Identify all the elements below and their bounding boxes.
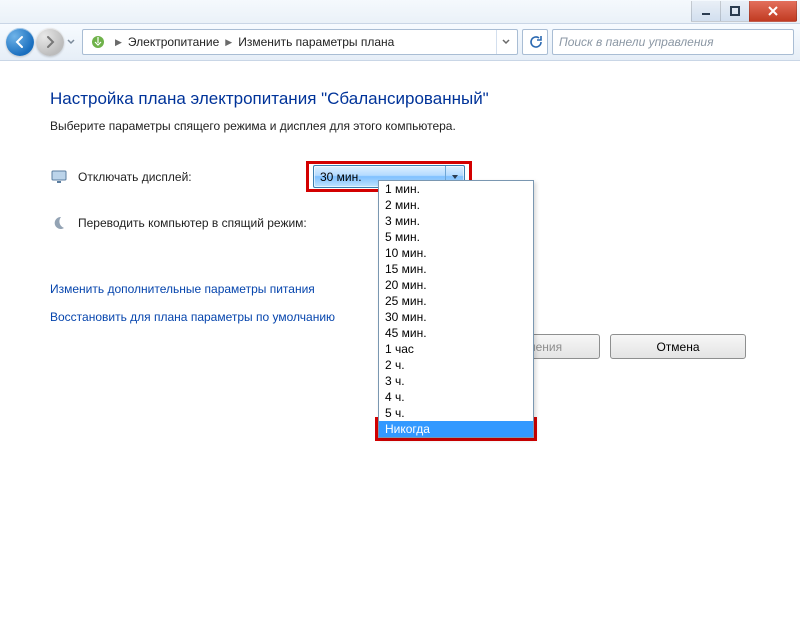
maximize-icon — [730, 6, 740, 16]
dropdown-option[interactable]: Никогда — [379, 421, 533, 437]
dropdown-option[interactable]: 5 мин. — [379, 229, 533, 245]
dropdown-option[interactable]: 4 ч. — [379, 389, 533, 405]
breadcrumb-chevron-icon: ▶ — [115, 37, 122, 48]
page-title: Настройка плана электропитания "Сбаланси… — [50, 89, 750, 109]
refresh-button[interactable] — [522, 29, 548, 55]
minimize-button[interactable] — [691, 1, 721, 22]
dropdown-option[interactable]: 25 мин. — [379, 293, 533, 309]
history-dropdown[interactable] — [64, 28, 78, 56]
close-icon — [767, 6, 779, 16]
link-restore[interactable]: Восстановить для плана параметры по умол… — [50, 310, 335, 324]
breadcrumb[interactable]: ▶ Электропитание ▶ Изменить параметры пл… — [82, 29, 518, 55]
dropdown-option[interactable]: 3 ч. — [379, 373, 533, 389]
arrow-left-icon — [13, 35, 27, 49]
minimize-icon — [701, 6, 711, 16]
moon-icon — [50, 214, 68, 232]
breadcrumb-part-1[interactable]: Электропитание — [126, 35, 221, 49]
cancel-button[interactable]: Отмена — [610, 334, 746, 359]
nav-row: ▶ Электропитание ▶ Изменить параметры пл… — [0, 24, 800, 61]
monitor-icon — [50, 168, 68, 186]
dropdown-option[interactable]: 45 мин. — [379, 325, 533, 341]
close-button[interactable] — [749, 1, 797, 22]
nav-buttons — [6, 28, 78, 56]
window-buttons — [692, 1, 797, 21]
chevron-down-icon — [502, 38, 510, 46]
display-off-dropdown[interactable]: 1 мин.2 мин.3 мин.5 мин.10 мин.15 мин.20… — [378, 180, 534, 438]
chevron-down-icon — [67, 38, 75, 46]
refresh-icon — [528, 35, 542, 49]
breadcrumb-chevron-icon: ▶ — [225, 37, 232, 48]
search-placeholder: Поиск в панели управления — [559, 35, 714, 49]
dropdown-option[interactable]: 1 мин. — [379, 181, 533, 197]
search-input[interactable]: Поиск в панели управления — [552, 29, 794, 55]
sleep-label: Переводить компьютер в спящий режим: — [78, 216, 307, 230]
dropdown-option[interactable]: 30 мин. — [379, 309, 533, 325]
dropdown-option[interactable]: 2 мин. — [379, 197, 533, 213]
window: ▶ Электропитание ▶ Изменить параметры пл… — [0, 0, 800, 640]
dropdown-option[interactable]: 3 мин. — [379, 213, 533, 229]
page-subtitle: Выберите параметры спящего режима и дисп… — [50, 119, 750, 133]
display-off-label: Отключать дисплей: — [78, 170, 306, 184]
dropdown-option[interactable]: 5 ч. — [379, 405, 533, 421]
forward-button[interactable] — [36, 28, 64, 56]
back-button[interactable] — [6, 28, 34, 56]
dropdown-option[interactable]: 10 мин. — [379, 245, 533, 261]
maximize-button[interactable] — [720, 1, 750, 22]
link-advanced[interactable]: Изменить дополнительные параметры питани… — [50, 282, 315, 296]
breadcrumb-dropdown[interactable] — [496, 30, 515, 54]
dropdown-option[interactable]: 15 мин. — [379, 261, 533, 277]
breadcrumb-part-2[interactable]: Изменить параметры плана — [236, 35, 396, 49]
dropdown-option[interactable]: 2 ч. — [379, 357, 533, 373]
dropdown-option[interactable]: 1 час — [379, 341, 533, 357]
dropdown-option[interactable]: 20 мин. — [379, 277, 533, 293]
arrow-right-icon — [43, 35, 57, 49]
power-plan-icon — [89, 33, 107, 51]
titlebar — [0, 0, 800, 24]
